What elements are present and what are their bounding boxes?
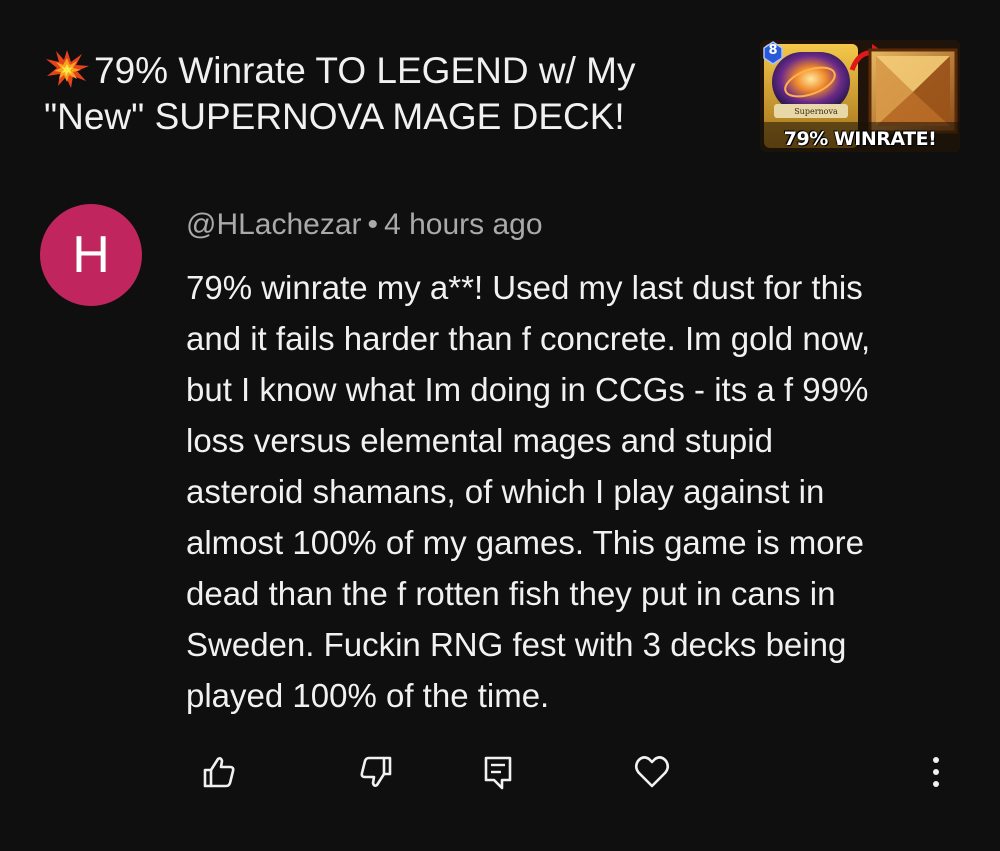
heart-icon <box>634 756 670 788</box>
comment-line: but I know what Im doing in CCGs - its a… <box>186 371 869 408</box>
heart-button[interactable] <box>630 750 674 794</box>
comment-line: almost 100% of my games. This game is mo… <box>186 524 864 561</box>
comment-line: asteroid shamans, of which I play agains… <box>186 473 825 510</box>
comment-line: and it fails harder than f concrete. Im … <box>186 320 871 357</box>
thumbs-down-icon <box>360 756 392 787</box>
comment-time: 4 hours ago <box>384 208 543 241</box>
dislike-button[interactable] <box>354 750 398 794</box>
reply-icon <box>484 756 512 790</box>
video-title[interactable]: 79% Winrate TO LEGEND w/ My "New" SUPERN… <box>44 48 734 140</box>
meta-separator: • <box>367 208 379 241</box>
thumbnail-card-cost: 8 <box>768 43 778 58</box>
comment-line: Sweden. Fuckin RNG fest with 3 decks bei… <box>186 626 847 663</box>
comment-line: loss versus elemental mages and stupid <box>186 422 773 459</box>
more-options-button[interactable] <box>914 750 958 794</box>
comment-line: played 100% of the time. <box>186 677 550 714</box>
comment-line: dead than the f rotten fish they put in … <box>186 575 836 612</box>
collision-icon <box>46 50 89 88</box>
more-vertical-icon <box>933 757 939 787</box>
thumbnail-caption: 79% WINRATE! <box>783 128 937 150</box>
comment-meta: @HLachezar • 4 hours ago <box>186 208 543 242</box>
thumbs-up-icon <box>203 757 235 788</box>
comment-author[interactable]: @HLachezar <box>186 208 362 241</box>
like-button[interactable] <box>197 750 241 794</box>
comment-line: 79% winrate my a**! Used my last dust fo… <box>186 269 863 306</box>
video-header: 79% Winrate TO LEGEND w/ My "New" SUPERN… <box>0 0 1000 170</box>
reply-button[interactable] <box>476 750 520 794</box>
thumbnail-card-name: Supernova <box>794 107 838 116</box>
comment-actions <box>0 750 1000 810</box>
avatar[interactable]: H <box>40 204 142 306</box>
video-thumbnail[interactable]: 8 Supernova 79% WINRATE! <box>760 40 960 152</box>
video-title-text: 79% Winrate TO LEGEND w/ My "New" SUPERN… <box>44 50 636 137</box>
comment-text: 79% winrate my a**! Used my last dust fo… <box>186 262 976 721</box>
